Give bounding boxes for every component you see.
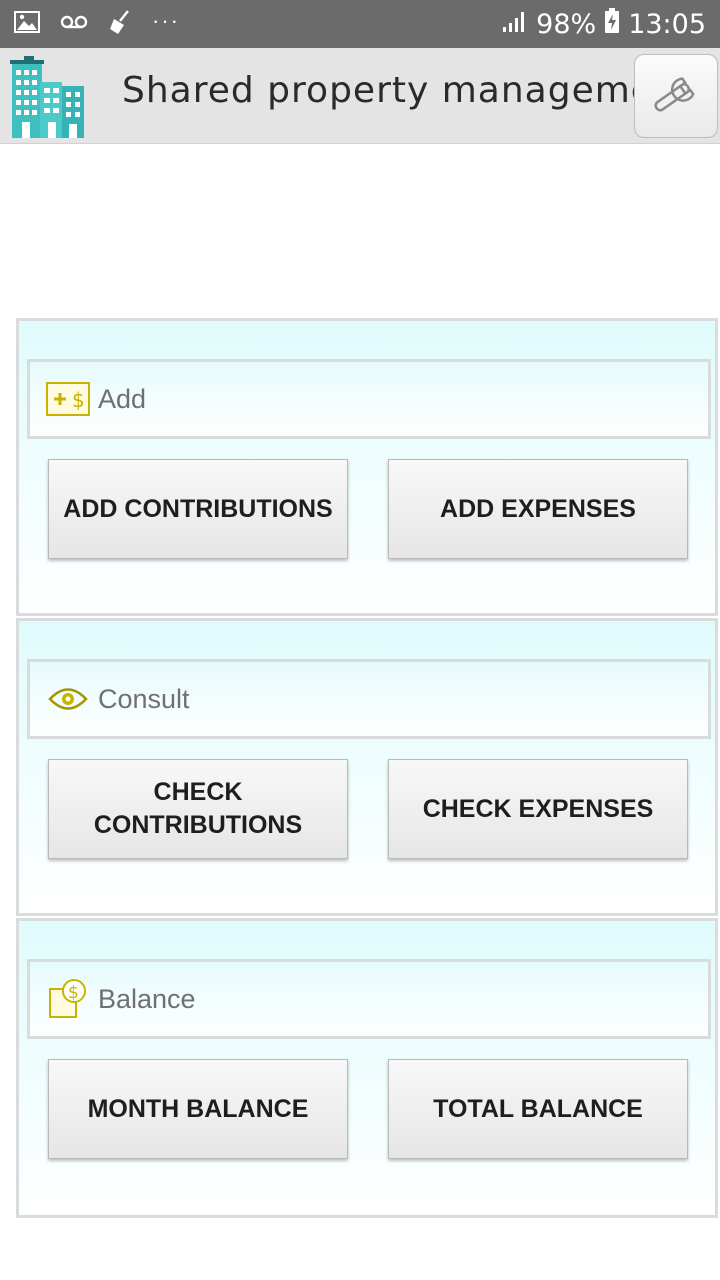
- image-icon: [14, 10, 40, 38]
- eye-icon: [46, 681, 90, 717]
- month-balance-button[interactable]: MONTH BALANCE: [48, 1059, 348, 1159]
- buildings-icon: [10, 56, 86, 138]
- app-bar: Shared property management: [0, 48, 720, 144]
- svg-text:$: $: [72, 388, 85, 412]
- balance-icon: $: [46, 979, 90, 1018]
- consult-section-header: Consult: [27, 659, 711, 739]
- check-expenses-button[interactable]: CHECK EXPENSES: [388, 759, 688, 859]
- balance-section-label: Balance: [98, 983, 196, 1014]
- consult-section-label: Consult: [98, 683, 190, 714]
- add-money-icon: $: [46, 381, 90, 417]
- balance-section-header: $ Balance: [27, 959, 711, 1039]
- battery-percent: 98%: [536, 8, 597, 40]
- svg-text:$: $: [68, 983, 79, 1003]
- settings-button[interactable]: [634, 54, 718, 138]
- add-section-header: $ Add: [27, 359, 711, 439]
- status-bar: ··· 98% 13:05: [0, 0, 720, 48]
- add-contributions-button[interactable]: ADD CONTRIBUTIONS: [48, 459, 348, 559]
- more-notifications: ···: [152, 8, 180, 33]
- consult-section: Consult CHECK CONTRIBUTIONS CHECK EXPENS…: [16, 618, 718, 916]
- wrench-icon: [646, 69, 706, 124]
- app-title: Shared property management: [122, 70, 693, 111]
- add-expenses-button[interactable]: ADD EXPENSES: [388, 459, 688, 559]
- voicemail-icon: [60, 14, 88, 35]
- clock: 13:05: [628, 8, 706, 40]
- balance-section: $ Balance MONTH BALANCE TOTAL BALANCE: [16, 918, 718, 1218]
- status-system: 98% 13:05: [502, 7, 706, 41]
- total-balance-button[interactable]: TOTAL BALANCE: [388, 1059, 688, 1159]
- add-section: $ Add ADD CONTRIBUTIONS ADD EXPENSES: [16, 318, 718, 616]
- signal-icon: [502, 9, 528, 40]
- broom-icon: [108, 9, 132, 40]
- battery-charging-icon: [604, 7, 620, 41]
- check-contributions-button[interactable]: CHECK CONTRIBUTIONS: [48, 759, 348, 859]
- status-notifications: ···: [14, 8, 180, 40]
- add-section-label: Add: [98, 383, 147, 414]
